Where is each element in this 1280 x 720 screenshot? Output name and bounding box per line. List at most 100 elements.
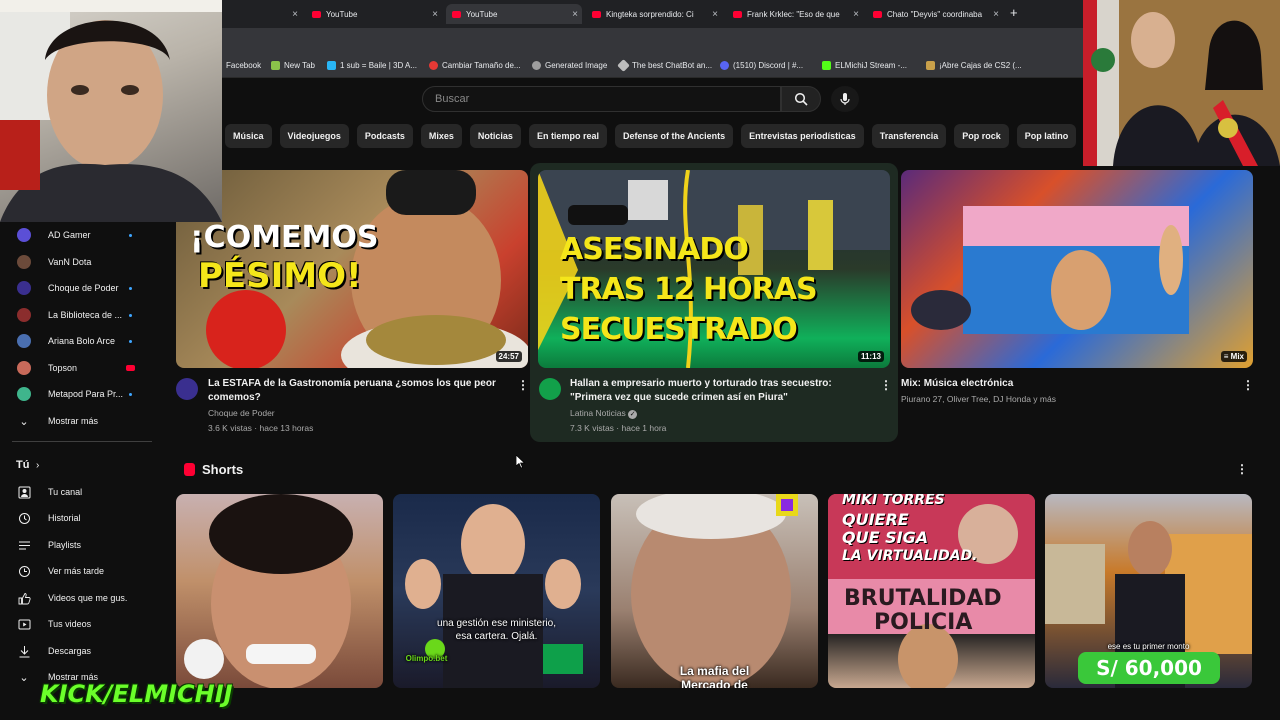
video-title[interactable]: La ESTAFA de la Gastronomía peruana ¿som… [208,377,508,405]
more-options-icon[interactable]: ⋮ [880,378,892,392]
webcam-image [0,0,222,222]
bookmark-facebook[interactable]: Facebook [226,61,261,70]
chip-mixes[interactable]: Mixes [420,124,462,148]
tab-close-icon[interactable]: × [292,9,298,20]
video-thumbnail-2[interactable]: ASESINADO TRAS 12 HORAS SECUESTRADO 11:1… [538,170,890,368]
sidebar-sub-la-biblioteca[interactable]: La Biblioteca de ... [0,302,160,328]
sidebar-sub-choque-de-poder[interactable]: Choque de Poder [0,275,160,301]
category-chips-bar: Música Videojuegos Podcasts Mixes Notici… [225,124,1085,148]
channel-avatar [17,334,31,348]
new-tab-button[interactable]: + [1010,5,1018,20]
chip-dota[interactable]: Defense of the Ancients [614,124,734,148]
sidebar-item-label: AD Gamer [48,230,91,240]
short-thumbnail-5[interactable]: ese es tu primer monto S/ 60,000 [1045,494,1252,688]
more-options-icon[interactable]: ⋮ [517,378,529,392]
bookmark-label: Cambiar Tamaño de... [442,61,521,70]
sidebar-divider [12,441,152,442]
chip-pop-rock[interactable]: Pop rock [954,124,1009,148]
thumbnail-text: TRAS 12 HORAS [560,272,818,307]
bookmark-new-tab[interactable]: New Tab [271,61,315,70]
tab-close-icon[interactable]: × [853,9,859,20]
video-thumbnail-1[interactable]: ¡COMEMOS PÉSIMO! 24:57 [176,170,528,368]
chip-noticias[interactable]: Noticias [469,124,521,148]
chip-pop-latino[interactable]: Pop latino [1016,124,1077,148]
short-thumbnail-4[interactable]: MIKI TORRES QUIERE QUE SIGA LA VIRTUALID… [828,494,1035,688]
bookmark-favicon-icon [617,59,630,72]
sidebar-sub-metapod[interactable]: Metapod Para Pr... [0,381,160,407]
tab-frank-krklec[interactable]: Frank Krklec: "Eso de que × [727,4,863,24]
sidebar-sub-vann-dota[interactable]: VanN Dota [0,249,160,275]
sidebar-item-liked-videos[interactable]: Videos que me gus... [0,585,160,611]
voice-search-button[interactable] [831,86,859,112]
chip-en-tiempo-real[interactable]: En tiempo real [528,124,607,148]
short-overlay-text: BRUTALIDAD [844,586,1002,611]
tab-close-icon[interactable]: × [572,9,578,20]
channel-avatar [17,361,31,375]
more-options-icon[interactable]: ⋮ [1242,378,1254,392]
sidebar-item-tu-canal[interactable]: Tu canal [0,479,160,505]
youtube-favicon-icon [873,10,882,18]
video-title[interactable]: Hallan a empresario muerto y torturado t… [570,377,870,405]
bookmark-favicon-icon [926,61,935,70]
bookmark-generated-image[interactable]: Generated Image [532,61,607,70]
sidebar-item-historial[interactable]: Historial [0,505,160,531]
tab-youtube-1[interactable]: YouTube × [306,4,442,24]
tab-kingteka[interactable]: Kingteka sorprendido: Ci × [586,4,722,24]
bookmark-elmichij-stream[interactable]: ELMichiJ Stream -... [822,61,907,70]
tab-close-icon[interactable]: × [993,9,999,20]
search-button[interactable] [781,86,821,112]
shorts-heading-label: Shorts [202,462,244,477]
tab-youtube-2[interactable]: YouTube × [446,4,582,24]
bookmark-favicon-icon [720,61,729,70]
video-title[interactable]: Mix: Música electrónica [901,377,1221,391]
chip-entrevistas[interactable]: Entrevistas periodísticas [741,124,864,148]
tab-title: Chato "Deyvis" coordinaba [887,9,983,19]
channel-avatar [17,387,31,401]
chip-videojuegos[interactable]: Videojuegos [279,124,349,148]
short-brand: Olimpo.bet [405,654,448,663]
sidebar-item-tus-videos[interactable]: Tus videos [0,611,160,637]
bookmark-cambiar-tamano[interactable]: Cambiar Tamaño de... [429,61,521,70]
chip-podcasts[interactable]: Podcasts [356,124,413,148]
tab-title: YouTube [326,9,358,19]
sidebar-item-label: VanN Dota [48,257,92,267]
tab-previous[interactable]: × [222,4,302,24]
channel-avatar[interactable] [176,378,198,400]
short-thumbnail-2[interactable]: una gestión ese ministerio, esa cartera.… [393,494,600,688]
bookmark-favicon-icon [271,61,280,70]
short-overlay-text: QUIERE [842,510,909,529]
channel-name[interactable]: Latina Noticias ✓ [570,406,638,420]
bookmark-chatbot[interactable]: The best ChatBot an... [617,59,712,72]
bookmark-label: Facebook [226,61,262,70]
video-thumbnail-3[interactable]: ≡ Mix [901,170,1253,368]
bookmark-cs2-cases[interactable]: ¡Abre Cajas de CS2 (... [926,61,1022,70]
channel-avatar[interactable] [539,378,561,400]
sidebar-item-label: Ariana Bolo Arce [48,336,116,346]
sidebar-sub-ariana-bolo-arce[interactable]: Ariana Bolo Arce [0,328,160,354]
tab-chato-deyvis[interactable]: Chato "Deyvis" coordinaba × [867,4,1003,24]
short-thumbnail-1[interactable] [176,494,383,688]
sidebar-show-more[interactable]: ⌄ Mostrar más [0,408,160,434]
new-content-dot [129,392,132,396]
channel-avatar [17,228,31,242]
sidebar-you-section[interactable]: Tú › [0,452,160,478]
shorts-more-options-icon[interactable]: ⋮ [1236,462,1248,476]
bookmark-discord[interactable]: (1510) Discord | #... [720,61,803,70]
bookmark-baile[interactable]: 1 sub = Baile | 3D A... [327,61,417,70]
sidebar-sub-topson[interactable]: Topson [0,355,160,381]
sidebar-item-playlists[interactable]: Playlists [0,532,160,558]
sidebar-sub-ad-gamer[interactable]: AD Gamer [0,222,160,248]
chip-musica[interactable]: Música [225,124,272,148]
sidebar-item-label: Playlists [48,540,82,550]
sidebar-item-descargas[interactable]: Descargas [0,638,160,664]
tab-close-icon[interactable]: × [712,9,718,20]
short-thumbnail-3[interactable]: La mafia del Mercado de [611,494,818,688]
channel-name[interactable]: Choque de Poder [208,406,275,420]
chip-transferencia[interactable]: Transferencia [871,124,947,148]
bookmark-favicon-icon [822,61,831,70]
tab-close-icon[interactable]: × [432,9,438,20]
video-meta: 3.6 K vistas · hace 13 horas [208,423,314,433]
sidebar-item-ver-mas-tarde[interactable]: Ver más tarde [0,558,160,584]
search-input[interactable]: Buscar [422,86,781,112]
short-overlay-text: POLICIA [874,610,973,635]
